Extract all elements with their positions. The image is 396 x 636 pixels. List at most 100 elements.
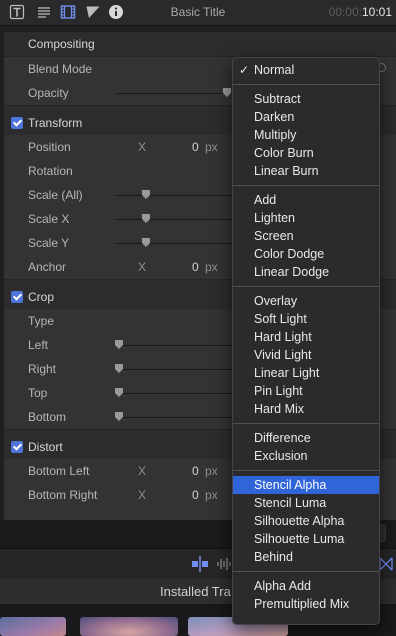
axis-label: X	[138, 260, 147, 274]
menu-item-label: Pin Light	[254, 384, 303, 398]
menu-item-label: Multiply	[254, 128, 297, 142]
menu-item-label: Add	[254, 193, 277, 207]
menu-item-pin-light[interactable]: Pin Light	[233, 382, 379, 400]
menu-separator	[233, 470, 379, 471]
slider-knob[interactable]	[115, 388, 123, 397]
browser-title: Installed Tra	[160, 584, 231, 599]
section-title: Distort	[28, 440, 63, 454]
param-label: Rotation	[28, 164, 73, 178]
menu-separator	[233, 286, 379, 287]
slider-knob[interactable]	[115, 340, 123, 349]
param-label: Scale X	[28, 212, 70, 226]
distort-checkbox[interactable]	[11, 441, 23, 453]
menu-item-behind[interactable]: Behind	[233, 548, 379, 566]
slider-knob[interactable]	[115, 364, 123, 373]
menu-item-color-dodge[interactable]: Color Dodge	[233, 245, 379, 263]
slider-knob[interactable]	[142, 190, 150, 199]
scale-all-slider[interactable]	[116, 195, 236, 196]
opacity-slider[interactable]	[116, 93, 236, 94]
scale-x-slider[interactable]	[116, 219, 236, 220]
menu-item-hard-light[interactable]: Hard Light	[233, 328, 379, 346]
menu-item-darken[interactable]: Darken	[233, 108, 379, 126]
param-label: Position	[28, 140, 71, 154]
param-label: Left	[28, 338, 49, 352]
param-label: Anchor	[28, 260, 67, 274]
param-label: Bottom	[28, 410, 67, 424]
menu-item-soft-light[interactable]: Soft Light	[233, 310, 379, 328]
menu-item-exclusion[interactable]: Exclusion	[233, 447, 379, 465]
menu-item-label: Premultiplied Mix	[254, 597, 350, 611]
menu-item-subtract[interactable]: Subtract	[233, 90, 379, 108]
menu-item-label: Screen	[254, 229, 294, 243]
menu-item-label: Darken	[254, 110, 295, 124]
param-label: Blend Mode	[28, 62, 93, 76]
menu-item-difference[interactable]: Difference	[233, 429, 379, 447]
menu-item-stencil-alpha[interactable]: Stencil Alpha	[233, 476, 379, 494]
param-label: Type	[28, 314, 55, 328]
clip-appearance-icon[interactable]	[191, 556, 209, 572]
menu-item-label: Alpha Add	[254, 579, 311, 593]
transform-checkbox[interactable]	[11, 117, 23, 129]
menu-item-label: Overlay	[254, 294, 298, 308]
menu-item-linear-burn[interactable]: Linear Burn	[233, 162, 379, 180]
menu-item-label: Color Burn	[254, 146, 314, 160]
menu-item-label: Silhouette Luma	[254, 532, 345, 546]
audio-waveform-icon[interactable]	[217, 556, 231, 572]
menu-item-premultiplied-mix[interactable]: Premultiplied Mix	[233, 595, 379, 613]
menu-item-linear-dodge[interactable]: Linear Dodge	[233, 263, 379, 281]
unit-label: px	[205, 464, 218, 478]
menu-item-linear-light[interactable]: Linear Light	[233, 364, 379, 382]
position-x-value[interactable]: 0	[192, 140, 199, 154]
section-compositing[interactable]: Compositing	[4, 32, 396, 57]
bottom-left-x-value[interactable]: 0	[192, 464, 199, 478]
menu-item-color-burn[interactable]: Color Burn	[233, 144, 379, 162]
menu-item-hard-mix[interactable]: Hard Mix	[233, 400, 379, 418]
menu-item-normal[interactable]: ✓ Normal	[233, 61, 379, 79]
timecode: 00:00:10:01	[328, 5, 392, 19]
menu-separator	[233, 423, 379, 424]
unit-label: px	[205, 140, 218, 154]
menu-item-silhouette-alpha[interactable]: Silhouette Alpha	[233, 512, 379, 530]
menu-item-label: Hard Mix	[254, 402, 305, 416]
param-label: Scale Y	[28, 236, 70, 250]
menu-item-add[interactable]: Add	[233, 191, 379, 209]
slider-knob[interactable]	[223, 88, 231, 97]
inspector-toolbar: Basic Title 00:00:10:01	[0, 0, 396, 26]
axis-label: X	[138, 488, 147, 502]
menu-item-label: Linear Dodge	[254, 265, 330, 279]
param-label: Scale (All)	[28, 188, 83, 202]
axis-label: X	[138, 140, 147, 154]
transition-thumbnail[interactable]	[0, 617, 66, 636]
blend-mode-menu: ✓ Normal Subtract Darken Multiply Color Burn L…	[232, 57, 380, 625]
menu-item-label: Lighten	[254, 211, 296, 225]
crop-right-slider[interactable]	[116, 369, 236, 370]
menu-item-vivid-light[interactable]: Vivid Light	[233, 346, 379, 364]
unit-label: px	[205, 260, 218, 274]
slider-knob[interactable]	[142, 214, 150, 223]
crop-top-slider[interactable]	[116, 393, 236, 394]
crop-bottom-slider[interactable]	[116, 417, 236, 418]
menu-item-alpha-add[interactable]: Alpha Add	[233, 577, 379, 595]
transitions-browser-icon[interactable]	[379, 556, 393, 572]
menu-item-lighten[interactable]: Lighten	[233, 209, 379, 227]
transition-thumbnail[interactable]	[80, 617, 178, 636]
menu-item-label: Color Dodge	[254, 247, 325, 261]
menu-item-silhouette-luma[interactable]: Silhouette Luma	[233, 530, 379, 548]
menu-item-overlay[interactable]: Overlay	[233, 292, 379, 310]
menu-item-label: Stencil Alpha	[254, 478, 327, 492]
crop-left-slider[interactable]	[116, 345, 236, 346]
checkmark-icon: ✓	[239, 63, 250, 77]
section-title: Transform	[28, 116, 83, 130]
slider-knob[interactable]	[142, 238, 150, 247]
anchor-x-value[interactable]: 0	[192, 260, 199, 274]
menu-item-screen[interactable]: Screen	[233, 227, 379, 245]
bottom-right-x-value[interactable]: 0	[192, 488, 199, 502]
menu-item-multiply[interactable]: Multiply	[233, 126, 379, 144]
slider-knob[interactable]	[115, 412, 123, 421]
section-title: Crop	[28, 290, 55, 304]
menu-item-stencil-luma[interactable]: Stencil Luma	[233, 494, 379, 512]
scale-y-slider[interactable]	[116, 243, 236, 244]
crop-checkbox[interactable]	[11, 291, 23, 303]
menu-item-label: Behind	[254, 550, 293, 564]
param-label: Bottom Left	[28, 464, 90, 478]
